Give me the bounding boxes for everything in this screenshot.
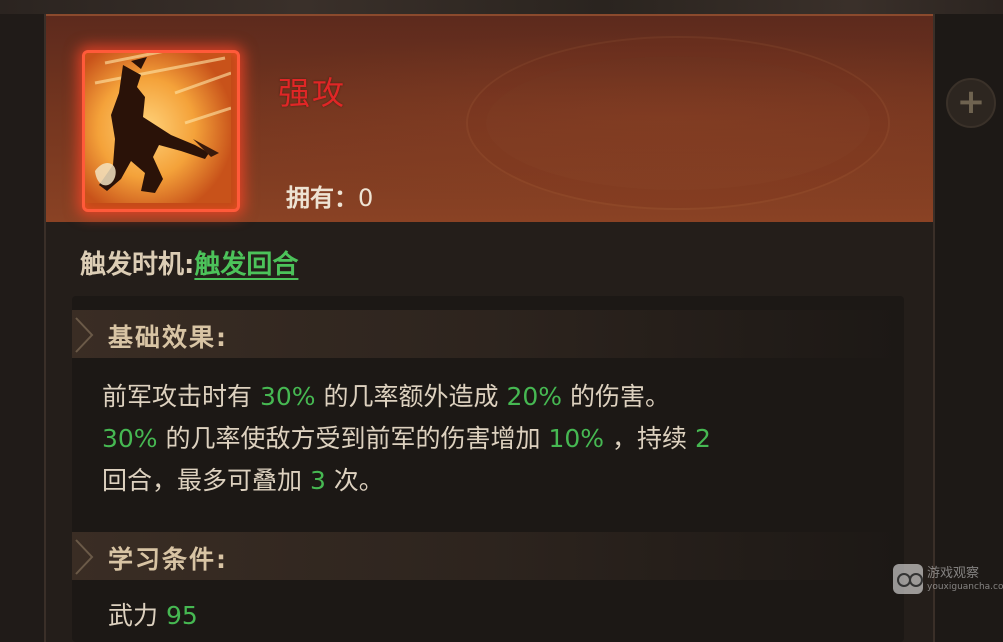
effect-text: 的几率额外造成 [315,382,507,411]
learn-condition-title: 学习条件: [108,545,228,574]
plus-icon[interactable]: + [946,78,996,128]
skill-icon-art [85,53,231,203]
watermark-text: 游戏观察 [927,566,980,581]
effect-line-3: 回合，最多可叠加 3 次。 [102,460,892,502]
watermark: 游戏观察 youxiguancha.com [893,562,1003,598]
effect-text: 前军攻击时有 [102,382,260,411]
trigger-timing: 触发时机:触发回合 [80,244,298,281]
effect-text: ，持续 [604,424,695,453]
effect-number: 30% [102,424,158,453]
effect-number: 20% [506,382,563,411]
owned-label: 拥有： [286,184,358,212]
condition-attribute: 武力 [108,601,159,630]
owned-value: 0 [358,184,374,212]
trigger-link[interactable]: 触发回合 [194,250,298,280]
effect-number: 2 [694,424,711,453]
basic-effect-title: 基础效果: [108,323,228,352]
owned-count: 拥有：0 [286,178,373,213]
condition-number: 95 [165,601,198,630]
learn-condition-value: 武力 95 [108,596,198,632]
effect-text: 次。 [325,466,384,495]
learn-condition-header: 学习条件: [72,532,904,580]
effect-line-1: 前军攻击时有 30% 的几率额外造成 20% 的伤害。 [102,376,892,418]
background-left-strip [0,14,44,642]
skill-detail-panel: 强攻 拥有：0 触发时机:触发回合 基础效果: 前军攻击时有 30% 的几率额外… [44,14,935,642]
skill-name: 强攻 [278,74,347,112]
basic-effect-header: 基础效果: [72,310,904,358]
effect-number: 30% [259,382,316,411]
trigger-label: 触发时机: [80,250,195,280]
effect-line-2: 30% 的几率使敌方受到前军的伤害增加 10% ，持续 2 [102,418,892,460]
warrior-slash-icon[interactable] [82,50,240,212]
effect-number: 3 [309,466,326,495]
effect-text: 回合，最多可叠加 [102,466,310,495]
watermark-logo-icon [893,564,923,594]
skill-header: 强攻 拥有：0 [46,14,933,222]
background-top-strip [0,0,1003,14]
effect-text: 的伤害。 [562,382,670,411]
effect-number: 10% [548,424,605,453]
effect-box: 基础效果: 前军攻击时有 30% 的几率额外造成 20% 的伤害。 30% 的几… [72,296,904,642]
basic-effect-description: 前军攻击时有 30% 的几率额外造成 20% 的伤害。 30% 的几率使敌方受到… [102,376,892,502]
effect-text: 的几率使敌方受到前军的伤害增加 [157,424,549,453]
chevron-right-icon [75,539,94,575]
watermark-url: youxiguancha.com [927,582,1003,592]
chevron-right-icon [75,317,94,353]
header-decoration [466,36,890,210]
